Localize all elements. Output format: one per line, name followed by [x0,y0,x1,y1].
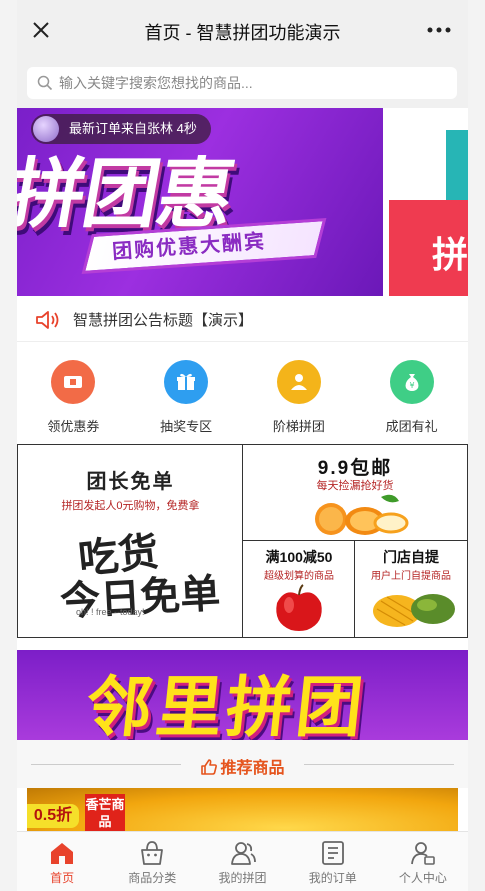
top-bar: 首页 - 智慧拼团功能演示 [17,0,468,62]
promo-title: 团长免单 [86,471,175,493]
tab-label: 首页 [50,871,75,885]
shortcut-label: 抽奖专区 [160,419,213,434]
slide-next-shape [446,130,468,200]
discount-badge: 0.5折 [27,804,79,828]
speaker-icon [36,311,59,329]
shortcut-label: 领优惠券 [47,419,100,434]
search-bar [17,62,468,108]
search-icon [37,75,53,91]
tab-label: 我的订单 [308,871,357,885]
banner-slide[interactable]: 拼团惠 团购优惠大酬宾 最新订单来自张林 4秒 [17,108,383,296]
tab-my-groups[interactable]: 我的拼团 [197,832,287,891]
tab-label: 个人中心 [398,871,447,885]
shortcut-lottery[interactable]: 抽奖专区 [130,342,243,444]
recommend-header: 推荐商品 [17,740,468,788]
app-screen: 首页 - 智慧拼团功能演示 拼团惠 团购优惠大酬宾 最新订单来自张林 4秒 [17,0,468,891]
shortcut-label: 阶梯拼团 [272,419,325,434]
banner-slide-next[interactable]: 拼 [389,108,468,296]
order-ticker-text: 最新订单来自张林 4秒 [69,121,197,136]
promo-free-shipping[interactable]: 9.9包邮 每天捡漏抢好货 [243,445,467,541]
shortcut-coupons[interactable]: 领优惠券 [17,342,130,444]
promo-art-text: 今日免单 [59,569,222,626]
gift-icon [164,360,209,404]
slide-next-char: 拼 [431,234,468,275]
shortcut-menu: 领优惠券 抽奖专区 阶梯拼团 ¥ 成团有礼 [17,342,468,444]
order-icon [321,841,344,865]
page-title: 首页 - 智慧拼团功能演示 [144,23,341,43]
tab-my-orders[interactable]: 我的订单 [288,832,378,891]
more-icon[interactable] [426,22,452,38]
orange-image [315,494,409,535]
promo-leader-free[interactable]: 团长免单 拼团发起人0元购物，免费拿 吃货 今日免单 oh! ! free --… [18,445,243,637]
promo-discount[interactable]: 满100减50 超级划算的商品 [243,541,355,637]
promo-grid: 团长免单 拼团发起人0元购物，免费拿 吃货 今日免单 oh! ! free --… [17,444,468,638]
user-center-icon [411,842,435,865]
search-box[interactable] [27,67,457,99]
shortcut-tiered-group[interactable]: 阶梯拼团 [243,342,356,444]
tab-home[interactable]: 首页 [17,832,107,891]
banner2-headline: 邻里拼团 [82,670,371,740]
people-icon [230,842,256,865]
announcement-text: 智慧拼团公告标题【演示】 [73,312,254,329]
neighborhood-banner[interactable]: 邻里拼团 [17,650,468,740]
recommend-title: 推荐商品 [17,754,468,778]
search-input[interactable] [59,67,439,99]
shortcut-group-gift[interactable]: ¥ 成团有礼 [355,342,468,444]
announcement-bar[interactable]: 智慧拼团公告标题【演示】 [17,296,468,342]
promo-store-pickup[interactable]: 门店自提 用户上门自提商品 [355,541,467,637]
avatar [33,116,59,142]
basket-icon [141,841,164,865]
shortcut-label: 成团有礼 [385,419,438,434]
tab-profile[interactable]: 个人中心 [378,832,468,891]
product-name-tag: 香芒商品 [85,794,125,832]
promo-title: 9.9包邮 [317,458,393,479]
order-ticker: 最新订单来自张林 4秒 [31,114,211,144]
banner-carousel[interactable]: 拼团惠 团购优惠大酬宾 最新订单来自张林 4秒 拼 [17,108,468,296]
recommend-title-text: 推荐商品 [220,760,285,777]
thumbs-up-icon [201,759,218,775]
home-icon [51,843,74,864]
promo-title: 门店自提 [383,549,439,565]
tab-categories[interactable]: 商品分类 [107,832,197,891]
bottom-tab-bar: 首页 商品分类 我的拼团 我的订单 个人中心 [17,831,468,891]
coupon-icon [51,360,96,404]
money-bag-icon: ¥ [389,360,434,404]
mango-image [373,594,455,627]
group-icon [276,360,321,404]
close-icon[interactable] [29,18,53,42]
promo-subtitle: 用户上门自提商品 [371,571,451,582]
apple-image [276,584,322,631]
svg-text:¥: ¥ [409,381,414,390]
tab-label: 我的拼团 [218,871,267,885]
promo-title: 满100减50 [265,549,333,565]
tab-label: 商品分类 [128,871,177,885]
promo-subtitle: 拼团发起人0元购物，免费拿 [61,500,200,512]
promo-subtitle: 超级划算的商品 [264,571,334,582]
promo-art-footer: oh! ! free --today! [76,607,145,617]
